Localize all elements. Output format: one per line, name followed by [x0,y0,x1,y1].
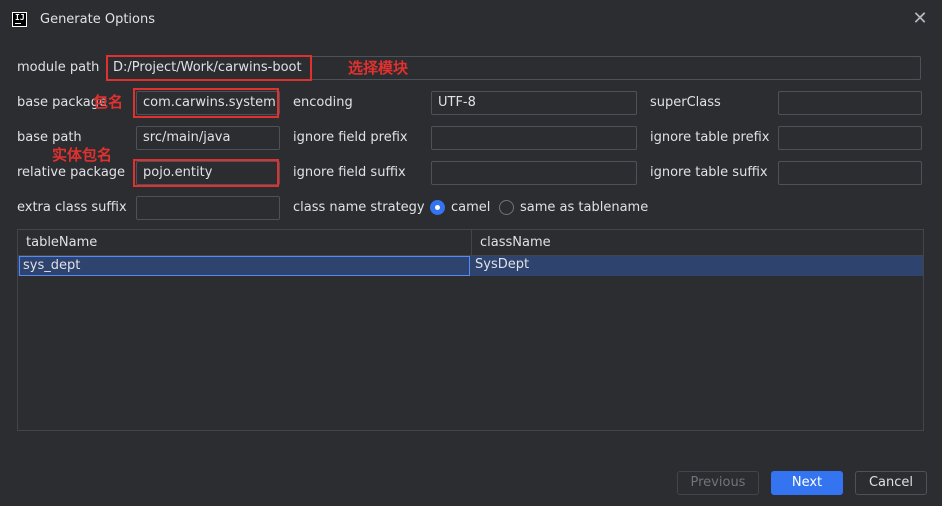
base-package-field[interactable]: com.carwins.system [136,91,280,115]
table-row[interactable]: sys_dept SysDept [18,256,923,276]
relative-package-field[interactable]: pojo.entity [136,161,280,185]
class-name-strategy-label: class name strategy [293,200,425,215]
ignore-field-suffix-label: ignore field suffix [293,165,406,180]
base-path-field[interactable]: src/main/java [136,126,280,150]
intellij-logo-icon: IJ [12,12,27,27]
radio-camel[interactable] [430,200,445,215]
radio-same-as-tablename-label[interactable]: same as tablename [520,200,648,216]
title-bar: IJ Generate Options ✕ [0,0,942,40]
ignore-field-prefix-label: ignore field prefix [293,130,408,145]
column-header-tablename[interactable]: tableName [18,230,471,255]
ignore-field-suffix-field[interactable] [431,161,637,185]
radio-same-as-tablename[interactable] [499,200,514,215]
superclass-field[interactable] [778,91,922,115]
ignore-field-prefix-field[interactable] [431,126,637,150]
cancel-button[interactable]: Cancel [855,471,927,495]
previous-button[interactable]: Previous [677,471,759,495]
annotation-entity-package-name: 实体包名 [52,146,113,164]
table-cell-tablename[interactable]: sys_dept [19,256,470,276]
annotation-select-module: 选择模块 [348,59,409,77]
ignore-table-suffix-field[interactable] [778,161,922,185]
close-icon[interactable]: ✕ [910,9,930,29]
next-button[interactable]: Next [771,471,843,495]
extra-class-suffix-label: extra class suffix [17,200,127,215]
column-header-classname[interactable]: className [472,230,923,255]
ignore-table-prefix-label: ignore table prefix [650,130,770,145]
table-cell-classname[interactable]: SysDept [472,256,922,276]
superclass-label: superClass [650,95,721,110]
ignore-table-suffix-label: ignore table suffix [650,165,768,180]
ignore-table-prefix-field[interactable] [778,126,922,150]
module-path-field[interactable]: D:/Project/Work/carwins-boot [106,56,921,80]
radio-camel-label[interactable]: camel [451,200,490,216]
window-title: Generate Options [40,12,156,27]
encoding-field[interactable]: UTF-8 [431,91,637,115]
annotation-package-name: 包名 [93,93,124,111]
module-path-label: module path [17,60,100,75]
relative-package-label: relative package [17,165,126,180]
encoding-label: encoding [293,95,353,110]
table-mapping: tableName className sys_dept SysDept [17,229,924,431]
extra-class-suffix-field[interactable] [136,196,280,220]
base-path-label: base path [17,130,82,145]
